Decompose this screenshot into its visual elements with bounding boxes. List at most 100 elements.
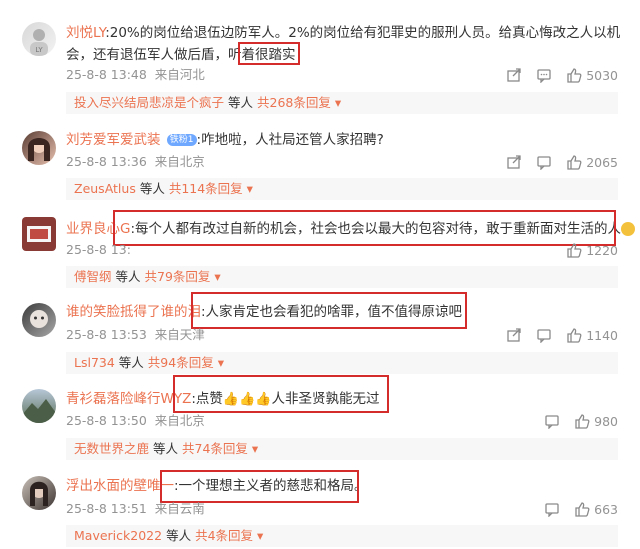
caret-down-icon: ▾	[246, 181, 253, 196]
avatar[interactable]	[22, 303, 56, 337]
avatar[interactable]	[22, 389, 56, 423]
caret-down-icon: ▾	[257, 528, 264, 543]
reply-username[interactable]: 傅智纲	[74, 269, 112, 284]
reply-summary[interactable]: 投入尽兴结局悲凉是个疯子 等人 共268条回复 ▾	[66, 92, 618, 114]
share-icon	[506, 327, 522, 343]
avatar[interactable]	[22, 476, 56, 510]
comment-button[interactable]	[536, 154, 552, 170]
reply-username[interactable]: 无数世界之鹿	[74, 441, 149, 456]
comment-time: 25-8-8 13:51	[66, 501, 147, 516]
reply-username[interactable]: ZeusAtlus	[74, 181, 136, 196]
share-button[interactable]	[506, 67, 522, 83]
reply-count-link[interactable]: 共79条回复	[145, 269, 211, 284]
comment-button[interactable]	[544, 501, 560, 517]
like-icon	[566, 242, 582, 258]
comment-text-line: 刘悦LY:20%的岗位给退伍边防军人。2%的岗位给有犯罪史的服刑人员。给真心悔改…	[66, 22, 628, 44]
comment-icon	[536, 154, 552, 170]
share-icon	[506, 67, 522, 83]
like-count: 5030	[586, 67, 618, 83]
like-button[interactable]: 980	[574, 413, 618, 429]
reply-username[interactable]: 投入尽兴结局悲凉是个疯子	[74, 95, 224, 110]
svg-text:LY: LY	[35, 46, 43, 54]
comment-location: 来自河北	[154, 67, 205, 82]
like-button[interactable]: 2065	[566, 154, 618, 170]
like-count: 663	[594, 501, 618, 517]
like-count: 980	[594, 413, 618, 429]
highlight-box	[160, 470, 359, 503]
like-button[interactable]: 5030	[566, 67, 618, 83]
reply-mid-text: 等人	[118, 355, 144, 370]
reply-count-link[interactable]: 共4条回复	[195, 528, 253, 543]
like-icon	[566, 327, 582, 343]
comment-location: 来自北京	[154, 413, 205, 428]
like-count: 1140	[586, 327, 618, 343]
comment-time: 25-8-8 13:	[66, 242, 131, 257]
comment-item: 刘芳爱军爱武装 铁粉1:咋地啦，人社局还管人家招聘? 25-8-8 13:36 …	[0, 115, 640, 205]
reply-username[interactable]: Lsl734	[74, 355, 115, 370]
highlight-box	[113, 210, 616, 246]
comment-meta: 25-8-8 13:51 来自云南	[66, 500, 205, 518]
avatar[interactable]	[22, 131, 56, 165]
comment-location: 来自云南	[154, 501, 205, 516]
reply-mid-text: 等人	[153, 441, 179, 456]
comment-username[interactable]: 刘悦LY	[66, 25, 105, 41]
like-icon	[566, 67, 582, 83]
reply-mid-text: 等人	[115, 269, 141, 284]
comment-time: 25-8-8 13:53	[66, 327, 147, 342]
smile-emoji-icon	[621, 222, 636, 236]
reply-mid-text: 等人	[166, 528, 192, 543]
comment-text-line: 会，还有退伍军人做后盾，听着很踏实	[66, 44, 628, 66]
highlight-box	[191, 292, 467, 329]
caret-down-icon: ▾	[214, 269, 221, 284]
reply-summary[interactable]: Lsl734 等人 共94条回复 ▾	[66, 352, 618, 374]
like-icon	[566, 154, 582, 170]
reply-summary[interactable]: 傅智纲 等人 共79条回复 ▾	[66, 266, 618, 288]
comment-icon	[536, 67, 552, 83]
comment-text-line: 刘芳爱军爱武装 铁粉1:咋地啦，人社局还管人家招聘?	[66, 129, 628, 151]
highlight-box	[173, 375, 389, 413]
comment-meta: 25-8-8 13:53 来自天津	[66, 326, 205, 344]
comment-meta: 25-8-8 13:	[66, 241, 139, 259]
comment-username[interactable]: 刘芳爱军爱武装	[66, 132, 161, 148]
share-icon	[506, 154, 522, 170]
share-button[interactable]	[506, 327, 522, 343]
reply-count-link[interactable]: 共94条回复	[148, 355, 214, 370]
reply-username[interactable]: Maverick2022	[74, 528, 162, 543]
share-button[interactable]	[506, 154, 522, 170]
avatar[interactable]: LY	[22, 22, 56, 56]
comment-location: 来自北京	[154, 154, 205, 169]
comment-button[interactable]	[544, 413, 560, 429]
comment-icon	[544, 413, 560, 429]
reply-count-link[interactable]: 共114条回复	[169, 181, 243, 196]
like-count: 1220	[586, 242, 618, 258]
reply-count-link[interactable]: 共74条回复	[182, 441, 248, 456]
caret-down-icon: ▾	[217, 355, 224, 370]
comment-actions: 5030	[506, 66, 618, 84]
comment-text: :咋地啦，人社局还管人家招聘?	[196, 132, 384, 148]
comment-meta: 25-8-8 13:36 来自北京	[66, 153, 205, 171]
comment-time: 25-8-8 13:36	[66, 154, 147, 169]
comment-item: 浮出水面的壁唯一:一个理想主义者的慈悲和格局。 25-8-8 13:51 来自云…	[0, 460, 640, 549]
comment-actions: 980	[544, 412, 618, 430]
reply-summary[interactable]: ZeusAtlus 等人 共114条回复 ▾	[66, 178, 618, 200]
reply-summary[interactable]: 无数世界之鹿 等人 共74条回复 ▾	[66, 438, 618, 460]
like-button[interactable]: 1220	[566, 242, 618, 258]
caret-down-icon: ▾	[251, 441, 259, 456]
comment-item: 业界良心G:每个人都有改过自新的机会，社会也会以最大的包容对待，敢于重新面对生活…	[0, 205, 640, 295]
comment-username[interactable]: 谁的笑脸抵得了谁的泪	[66, 304, 201, 320]
comment-icon	[536, 327, 552, 343]
comment-meta: 25-8-8 13:50 来自北京	[66, 412, 205, 430]
comment-button[interactable]	[536, 67, 552, 83]
caret-down-icon: ▾	[334, 95, 342, 110]
comment-actions: 1220	[566, 241, 618, 259]
like-button[interactable]: 663	[574, 501, 618, 517]
comment-time: 25-8-8 13:48	[66, 67, 147, 82]
comment-button[interactable]	[536, 327, 552, 343]
avatar[interactable]	[22, 217, 56, 251]
comment-meta: 25-8-8 13:48 来自河北	[66, 66, 205, 84]
highlight-box	[238, 42, 300, 65]
like-button[interactable]: 1140	[566, 327, 618, 343]
reply-summary[interactable]: Maverick2022 等人 共4条回复 ▾	[66, 525, 618, 547]
reply-count-link[interactable]: 共268条回复	[257, 95, 331, 110]
comment-username[interactable]: 浮出水面的壁唯一	[66, 478, 174, 494]
